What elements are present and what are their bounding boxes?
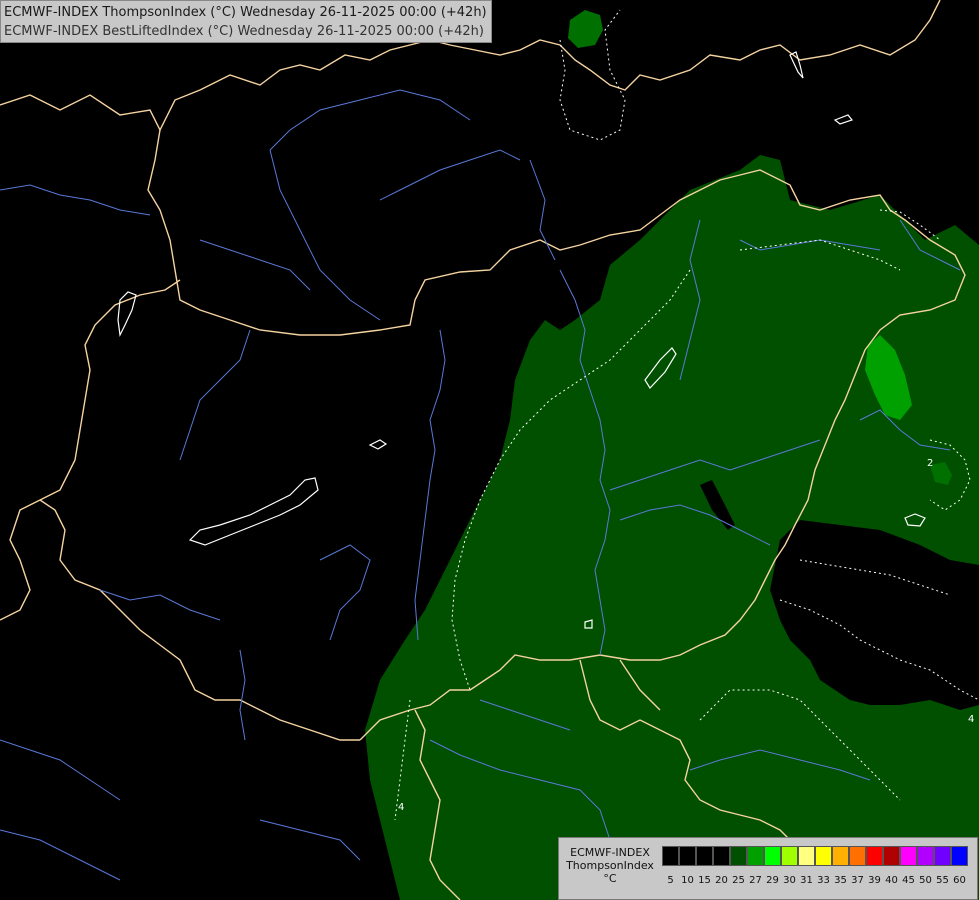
legend-tick-label: 27 <box>749 875 762 886</box>
legend-swatch <box>696 846 713 866</box>
legend-swatch <box>951 846 968 866</box>
title-thompson-index: ECMWF-INDEX ThompsonIndex (°C) Wednesday… <box>4 5 487 20</box>
legend-tick-label: 35 <box>834 875 847 886</box>
map-title: ECMWF-INDEX ThompsonIndex (°C) Wednesday… <box>0 0 492 43</box>
legend-swatch <box>832 846 849 866</box>
legend-swatch <box>662 846 679 866</box>
legend-swatch <box>866 846 883 866</box>
legend-tick-label: 60 <box>953 875 966 886</box>
legend-tick-label: 25 <box>732 875 745 886</box>
contour-label: 4 <box>398 802 404 813</box>
legend-swatch <box>679 846 696 866</box>
legend-tick-label: 55 <box>936 875 949 886</box>
contour-label: 4 <box>968 714 974 725</box>
legend-swatch <box>917 846 934 866</box>
legend-tick-label: 5 <box>667 875 674 886</box>
legend-swatch <box>883 846 900 866</box>
legend-tick-label: 40 <box>885 875 898 886</box>
legend-swatch <box>781 846 798 866</box>
color-legend: ECMWF-INDEX ThompsonIndex °C 5 10 15 20 25 27… <box>558 837 978 900</box>
legend-swatch <box>815 846 832 866</box>
legend-tick-label: 39 <box>868 875 881 886</box>
legend-tick-label: 50 <box>919 875 932 886</box>
legend-swatch <box>798 846 815 866</box>
legend-swatch <box>747 846 764 866</box>
legend-swatch <box>730 846 747 866</box>
legend-swatch <box>849 846 866 866</box>
legend-tick-label: 15 <box>698 875 711 886</box>
legend-tick-label: 37 <box>851 875 864 886</box>
legend-tick-label: 29 <box>766 875 779 886</box>
legend-tick-label: 45 <box>902 875 915 886</box>
legend-swatch <box>900 846 917 866</box>
legend-swatches <box>662 846 968 866</box>
legend-swatch <box>713 846 730 866</box>
legend-tick-label: 33 <box>817 875 830 886</box>
legend-model: ECMWF-INDEX <box>570 846 650 859</box>
legend-unit: °C <box>603 872 617 885</box>
legend-label: ECMWF-INDEX ThompsonIndex °C <box>563 846 657 885</box>
title-best-lifted-index: ECMWF-INDEX BestLiftedIndex (°C) Wednesd… <box>4 24 484 39</box>
legend-swatch <box>764 846 781 866</box>
legend-ticks: 5 10 15 20 25 27 29 30 31 33 35 37 39 40 45 50 55 60 <box>662 875 968 886</box>
legend-tick-label: 10 <box>681 875 694 886</box>
legend-tick-label: 30 <box>783 875 796 886</box>
weather-map: 2 4 4 <box>0 0 979 900</box>
legend-tick-label: 20 <box>715 875 728 886</box>
legend-tick-label: 31 <box>800 875 813 886</box>
legend-swatch <box>934 846 951 866</box>
contour-label: 2 <box>927 458 933 469</box>
legend-parameter: ThompsonIndex <box>566 859 654 872</box>
